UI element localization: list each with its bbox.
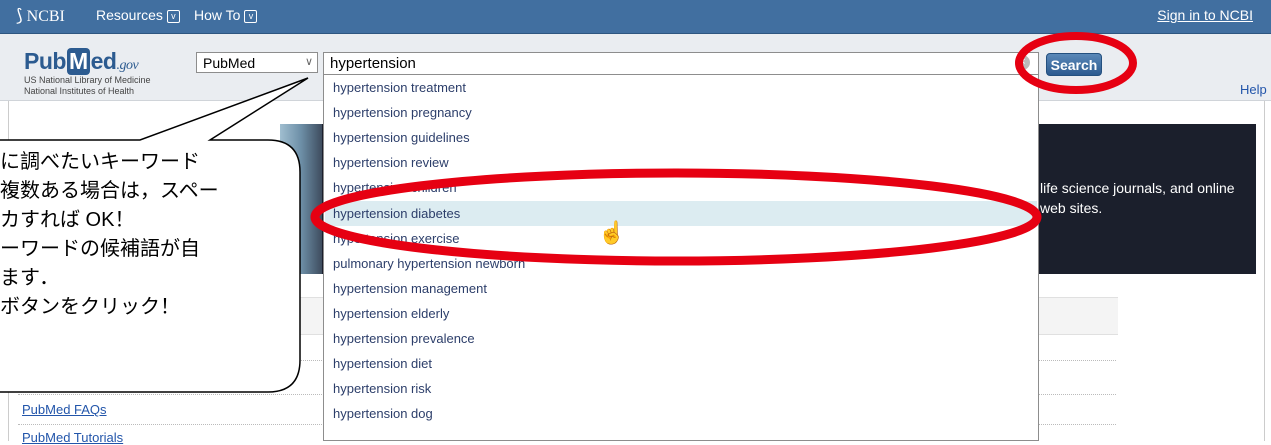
callout-line: 複数ある場合は，スペー: [0, 180, 219, 202]
callout-line: ます．: [0, 267, 60, 289]
callout-text: に調べたいキーワード 複数ある場合は，スペー カすれば OK！ ーワードの候補語…: [0, 148, 300, 322]
callout-line: カすれば OK！: [0, 209, 135, 231]
callout-line: ーワードの候補語が自: [0, 238, 200, 260]
hand-cursor-icon: ☝: [598, 220, 626, 245]
search-highlight-ellipse: [1015, 32, 1137, 94]
callout-line: ボタンをクリック！: [0, 296, 180, 318]
suggestion-highlight-ellipse: [310, 168, 1042, 266]
callout-line: に調べたいキーワード: [0, 151, 200, 173]
